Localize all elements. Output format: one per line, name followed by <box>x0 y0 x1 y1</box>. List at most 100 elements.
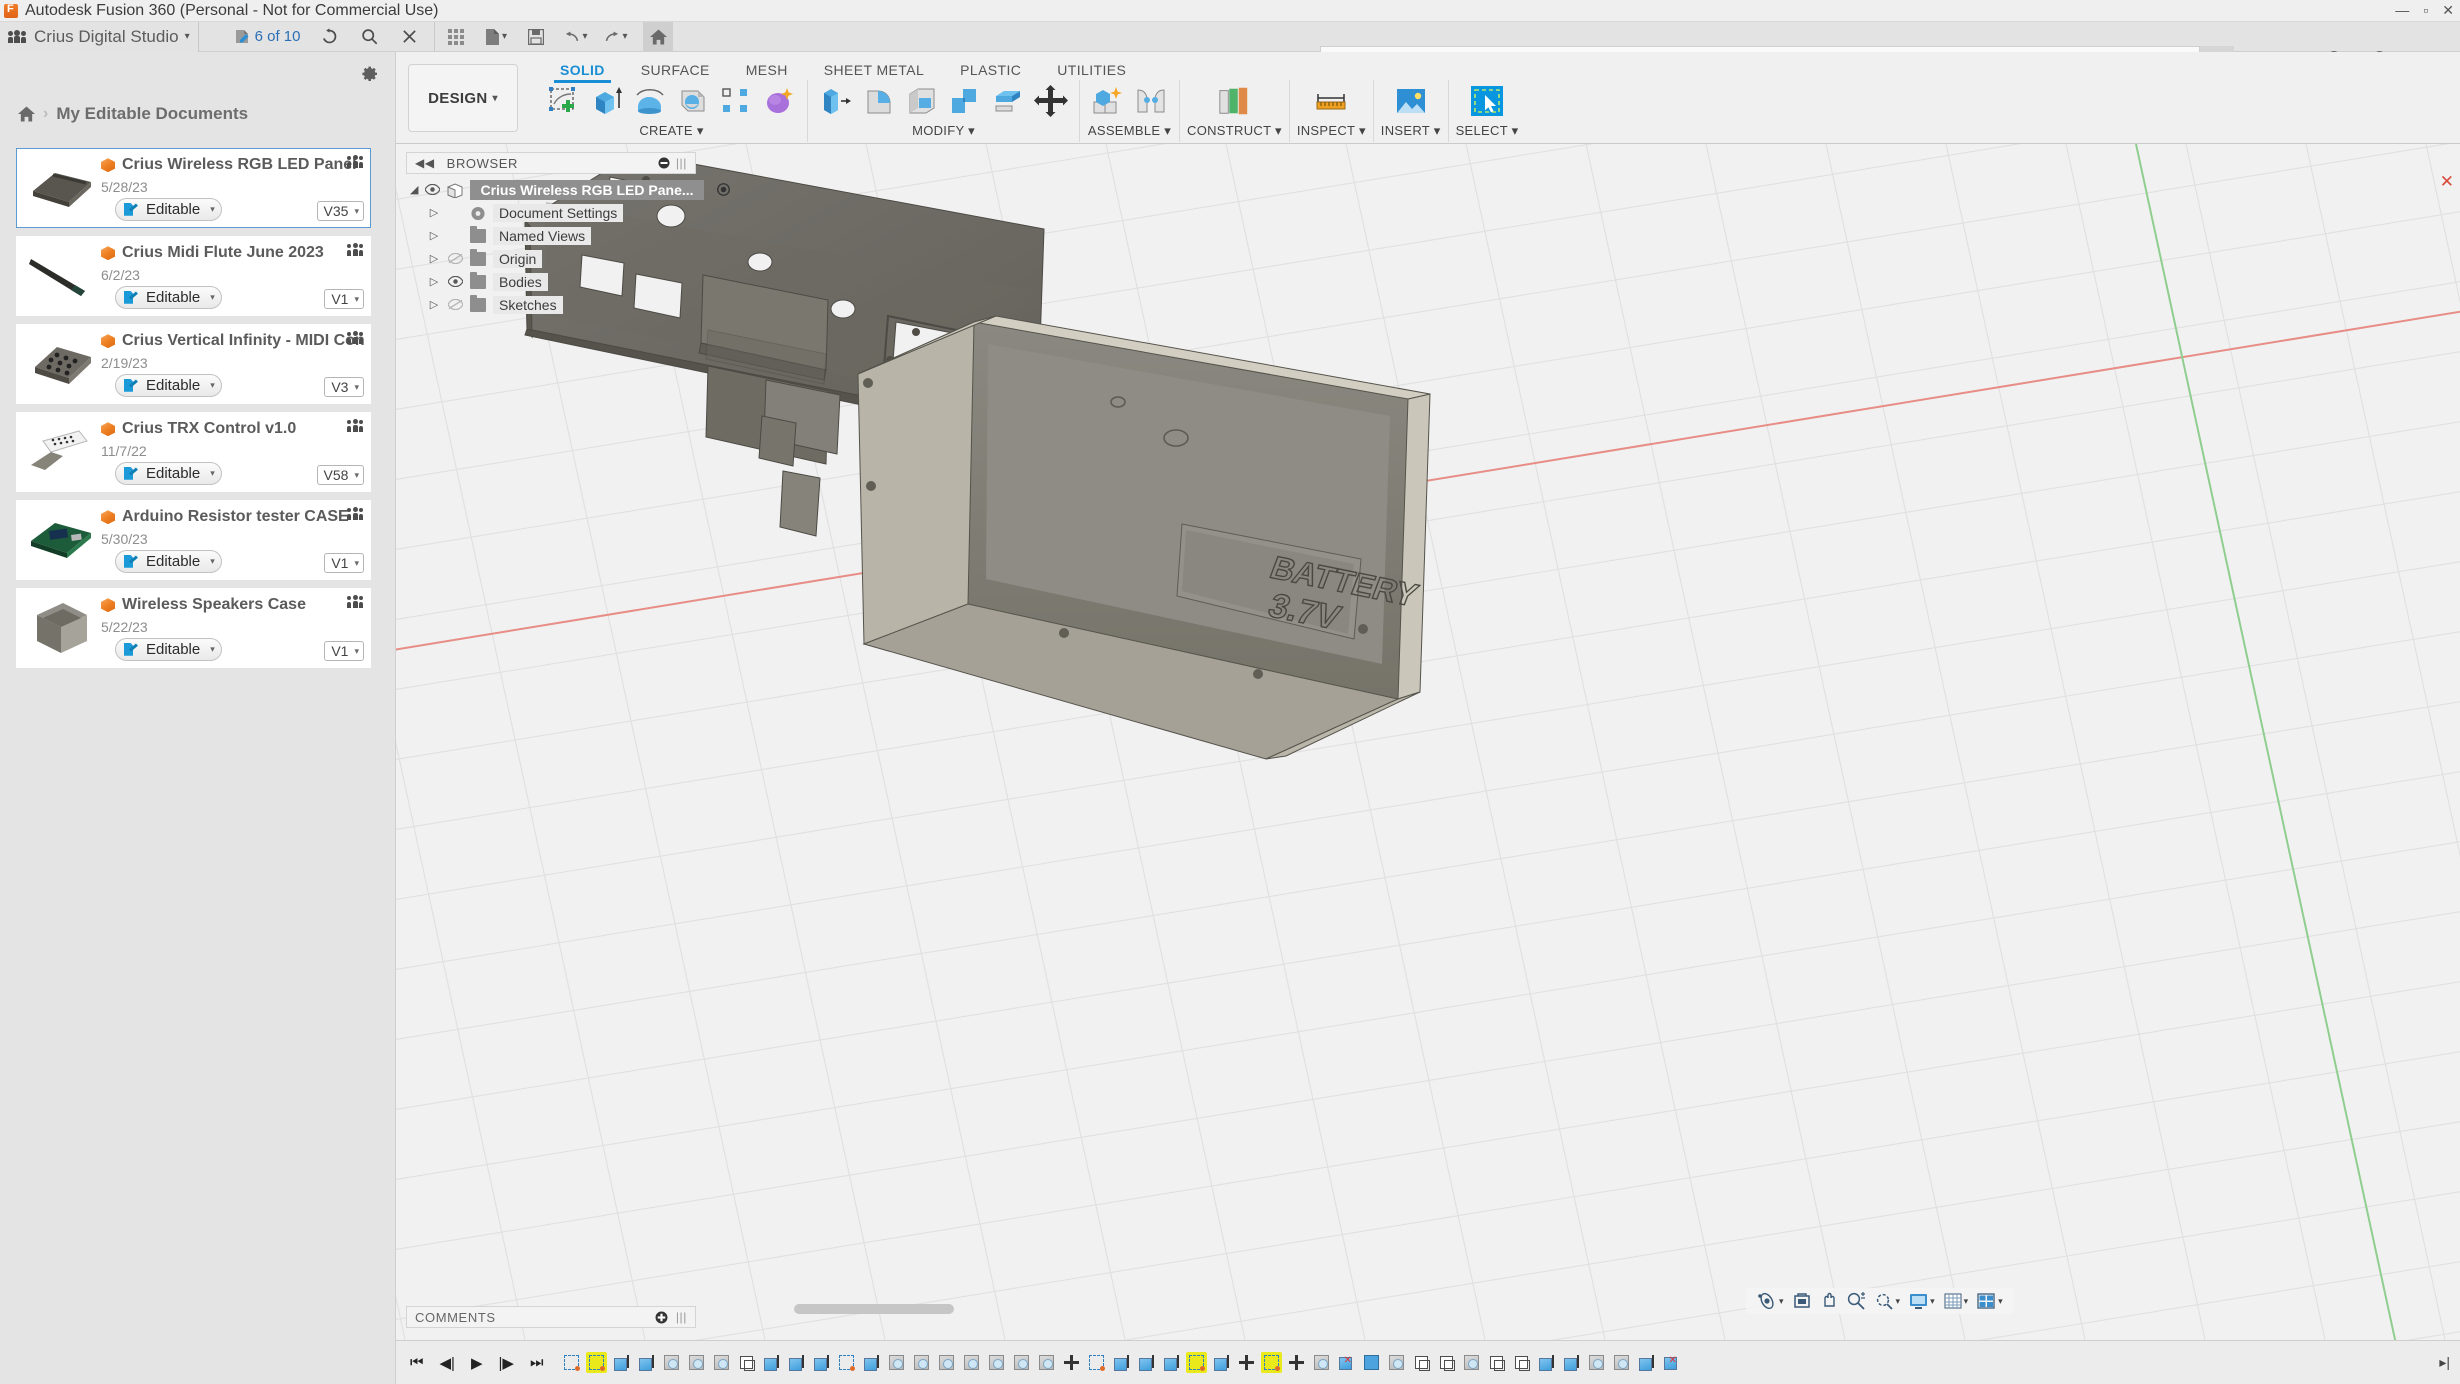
timeline-feature-shell[interactable] <box>1486 1352 1507 1373</box>
settings-gear-icon[interactable] <box>359 64 379 84</box>
shell-icon[interactable] <box>905 84 939 118</box>
timeline-feature-hole[interactable] <box>886 1352 907 1373</box>
horizontal-scrollbar[interactable] <box>794 1304 1134 1314</box>
document-card[interactable]: Crius TRX Control v1.0 11/7/22 Editable … <box>16 412 371 492</box>
visibility-toggle-icon[interactable] <box>447 253 463 264</box>
grid-icon[interactable] <box>445 26 467 48</box>
timeline-feature-copy[interactable] <box>1361 1352 1382 1373</box>
timeline-feature-extrude[interactable] <box>811 1352 832 1373</box>
home-tab-button[interactable] <box>643 21 674 52</box>
timeline-feature-extrude[interactable] <box>1211 1352 1232 1373</box>
timeline-playback-button[interactable]: ▶ <box>471 1354 483 1372</box>
timeline-feature-extrude[interactable] <box>1136 1352 1157 1373</box>
timeline-feature-hole[interactable] <box>1311 1352 1332 1373</box>
tree-expander-icon[interactable]: ◢ <box>410 183 418 196</box>
navbar-orbit-button[interactable]: ▾ <box>1754 1290 1787 1312</box>
timeline-feature-move[interactable] <box>1236 1352 1257 1373</box>
file-icon[interactable]: ▾ <box>485 26 507 48</box>
timeline-feature-extrude[interactable] <box>761 1352 782 1373</box>
document-card[interactable]: Crius Wireless RGB LED Panel 5/28/23 Edi… <box>16 148 371 228</box>
timeline-feature-hole[interactable] <box>986 1352 1007 1373</box>
redo-icon[interactable]: ▾ <box>605 26 627 48</box>
document-version-dropdown[interactable]: V58 ▾ <box>316 465 364 485</box>
timeline-feature-shell[interactable] <box>1411 1352 1432 1373</box>
timeline-feature-sketch[interactable] <box>561 1352 582 1373</box>
document-version-dropdown[interactable]: V3 ▾ <box>324 377 364 397</box>
form-icon[interactable] <box>762 84 796 118</box>
3d-viewport[interactable]: BATTERY 3.7V ◀◀ BROWSER ||| ◢ Crius Wire… <box>396 144 2460 1340</box>
collapse-left-icon[interactable]: ◀◀ <box>415 156 435 170</box>
document-status-dropdown[interactable]: Editable ▾ <box>115 374 222 398</box>
home-icon[interactable] <box>18 106 35 122</box>
browser-tree-item[interactable]: ▷ Sketches <box>410 293 710 316</box>
document-version-dropdown[interactable]: V1 ▾ <box>324 641 364 661</box>
timeline-feature-shell[interactable] <box>736 1352 757 1373</box>
new-component-icon[interactable] <box>1091 84 1125 118</box>
visibility-toggle-icon[interactable] <box>425 184 441 195</box>
timeline-playback-button[interactable]: ⏭ <box>530 1354 544 1371</box>
timeline-feature-hole[interactable] <box>686 1352 707 1373</box>
press-pull-icon[interactable] <box>819 84 853 118</box>
activate-component-icon[interactable] <box>716 183 730 196</box>
timeline-feature-sketch[interactable] <box>836 1352 857 1373</box>
create-sketch-icon[interactable] <box>547 84 581 118</box>
timeline-feature-hole[interactable] <box>961 1352 982 1373</box>
timeline-feature-extrude[interactable] <box>1536 1352 1557 1373</box>
browser-tree-item[interactable]: ▷ Document Settings <box>410 201 710 224</box>
document-status-dropdown[interactable]: Editable ▾ <box>115 198 222 222</box>
insert-image-icon[interactable] <box>1394 84 1428 118</box>
tree-expander-icon[interactable]: ▷ <box>428 206 440 219</box>
navbar-pan-button[interactable] <box>1817 1290 1841 1312</box>
browser-tree-item[interactable]: ▷ Named Views <box>410 224 710 247</box>
workspace-selector[interactable]: DESIGN ▾ <box>408 64 518 132</box>
document-card[interactable]: Arduino Resistor tester CASE 5/30/23 Edi… <box>16 500 371 580</box>
timeline-end-marker[interactable]: ▸| <box>2439 1354 2460 1371</box>
browser-tree-item[interactable]: ▷ Bodies <box>410 270 710 293</box>
timeline-feature-sketch[interactable] <box>586 1352 608 1373</box>
tree-expander-icon[interactable]: ▷ <box>428 298 440 311</box>
timeline-feature-sketch[interactable] <box>1086 1352 1107 1373</box>
navbar-display-settings-button[interactable]: ▾ <box>1906 1291 1938 1312</box>
undo-icon[interactable]: ▾ <box>565 26 587 48</box>
move-copy-icon[interactable] <box>1034 84 1068 118</box>
navbar-fit-button[interactable]: ▾ <box>1872 1290 1904 1312</box>
fillet-icon[interactable] <box>862 84 896 118</box>
close-panel-icon[interactable] <box>398 26 420 48</box>
navbar-grid-snap-button[interactable]: ▾ <box>1941 1291 1972 1312</box>
timeline-feature-hole[interactable] <box>711 1352 732 1373</box>
joint-icon[interactable] <box>1134 84 1168 118</box>
tree-expander-icon[interactable]: ▷ <box>428 252 440 265</box>
timeline-feature-extrude[interactable] <box>861 1352 882 1373</box>
timeline-feature-hole[interactable] <box>661 1352 682 1373</box>
timeline-feature-extrude[interactable] <box>1161 1352 1182 1373</box>
visibility-toggle-icon[interactable] <box>447 276 463 287</box>
offset-plane-icon[interactable] <box>1217 84 1251 118</box>
tree-expander-icon[interactable]: ▷ <box>428 229 440 242</box>
tree-expander-icon[interactable]: ▷ <box>428 275 440 288</box>
timeline-feature-combine[interactable] <box>1661 1352 1682 1373</box>
timeline-playback-button[interactable]: ⏮ <box>410 1354 424 1371</box>
extrude-icon[interactable] <box>590 84 624 118</box>
add-comment-icon[interactable] <box>655 1311 668 1324</box>
navbar-viewport-layout-button[interactable]: ▾ <box>1974 1291 2006 1312</box>
document-card[interactable]: Crius Vertical Infinity - MIDI Controlle… <box>16 324 371 404</box>
measure-icon[interactable] <box>1314 84 1348 118</box>
timeline-feature-shell[interactable] <box>1511 1352 1532 1373</box>
timeline-feature-extrude[interactable] <box>611 1352 632 1373</box>
document-version-dropdown[interactable]: V35 ▾ <box>316 201 364 221</box>
editable-docs-counter[interactable]: 6 of 10 <box>235 28 300 45</box>
timeline-feature-hole[interactable] <box>1386 1352 1407 1373</box>
combine-icon[interactable] <box>948 84 982 118</box>
document-card[interactable]: Crius Midi Flute June 2023 6/2/23 Editab… <box>16 236 371 316</box>
document-status-dropdown[interactable]: Editable ▾ <box>115 638 222 662</box>
team-selector[interactable]: Crius Digital Studio ▾ <box>0 21 199 52</box>
sweep-icon[interactable] <box>676 84 710 118</box>
viewcube-marker-icon[interactable]: ✕ <box>2440 172 2454 192</box>
pattern-icon[interactable] <box>719 84 753 118</box>
select-window-icon[interactable] <box>1470 84 1504 118</box>
maximize-button[interactable]: ▫ <box>2423 2 2428 19</box>
scrollbar-thumb[interactable] <box>794 1304 954 1314</box>
refresh-icon[interactable] <box>318 26 340 48</box>
search-icon[interactable] <box>358 26 380 48</box>
timeline-feature-combine[interactable] <box>1336 1352 1357 1373</box>
